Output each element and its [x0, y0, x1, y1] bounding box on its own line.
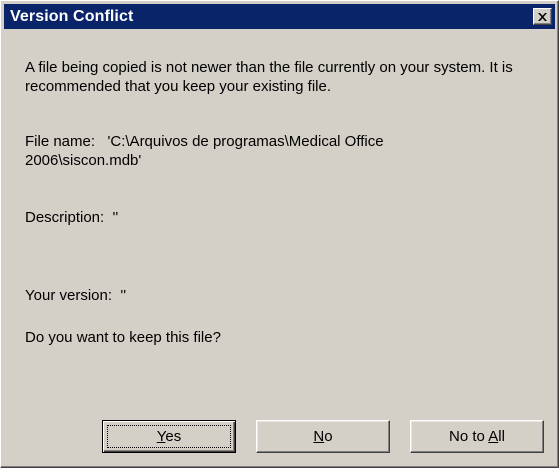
no-button[interactable]: No	[256, 420, 390, 453]
close-icon	[538, 12, 547, 21]
your-version-text: Your version: ''	[25, 287, 127, 304]
no-button-label: No	[313, 428, 333, 445]
yes-button-label: Yes	[156, 428, 182, 445]
yes-button[interactable]: Yes	[102, 420, 236, 453]
file-name-text: File name: 'C:\Arquivos de programas\Med…	[25, 133, 388, 169]
keep-file-question: Do you want to keep this file?	[25, 329, 221, 346]
version-conflict-dialog: Version Conflict A file being copied is …	[0, 0, 559, 468]
close-button[interactable]	[533, 8, 552, 25]
conflict-message: A file being copied is not newer than th…	[25, 59, 517, 95]
title-bar[interactable]: Version Conflict	[4, 4, 555, 29]
no-to-all-button[interactable]: No to All	[410, 420, 544, 453]
description-text: Description: ''	[25, 209, 119, 226]
dialog-title: Version Conflict	[10, 7, 134, 25]
no-to-all-button-label: No to All	[449, 428, 505, 445]
